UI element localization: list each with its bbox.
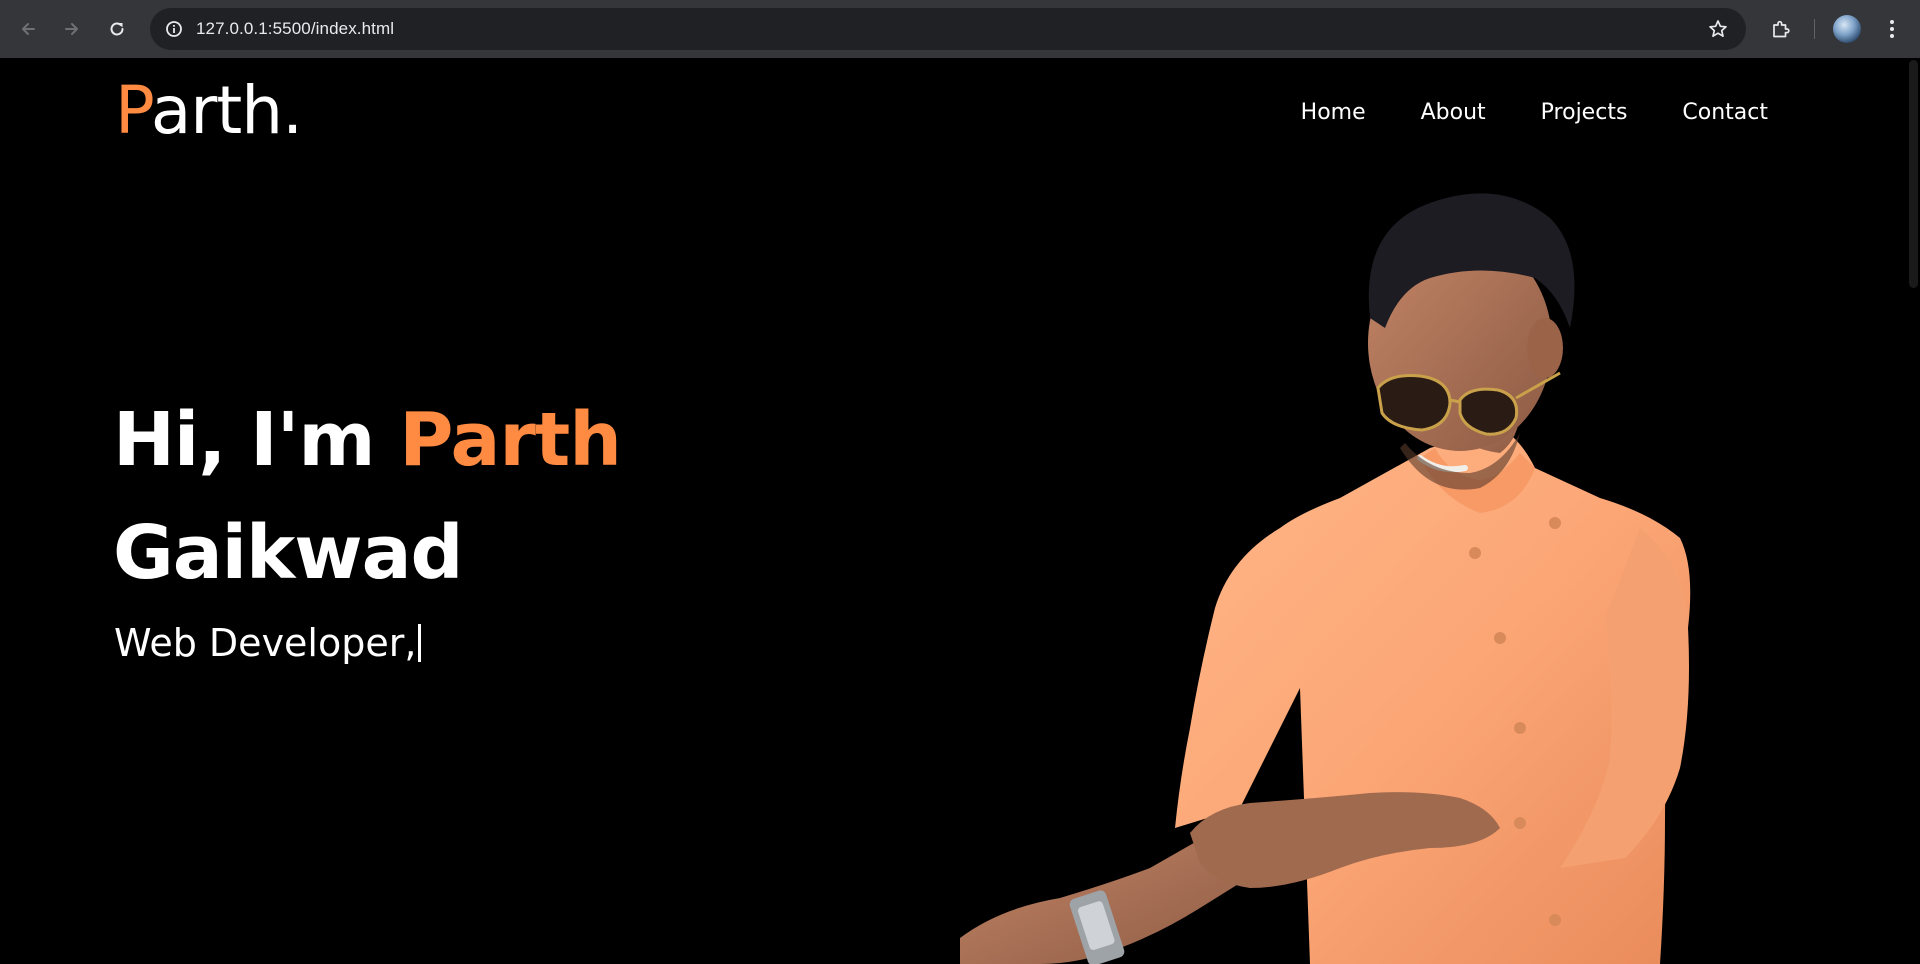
- profile-avatar[interactable]: [1833, 15, 1861, 43]
- hero-portrait-image: [960, 193, 1691, 964]
- hero-first-name: Parth: [399, 397, 622, 483]
- reload-icon: [110, 22, 124, 36]
- nav-contact[interactable]: Contact: [1682, 100, 1768, 125]
- info-icon: [166, 21, 182, 37]
- site-info-button[interactable]: [158, 13, 190, 45]
- browser-toolbar: 127.0.0.1:5500/index.html: [0, 0, 1920, 58]
- main-nav: Home About Projects Contact: [1246, 100, 1768, 125]
- logo-initial: P: [115, 72, 152, 149]
- typing-cursor: [418, 624, 422, 662]
- extensions-button[interactable]: [1765, 13, 1797, 45]
- hero-role-text: Web Developer,: [114, 621, 417, 665]
- back-button[interactable]: [12, 13, 44, 45]
- bookmark-button[interactable]: [1702, 13, 1734, 45]
- kebab-menu-icon: [1890, 20, 1894, 38]
- hero-greeting: Hi, I'm: [113, 397, 400, 483]
- forward-button[interactable]: [56, 13, 88, 45]
- address-bar[interactable]: 127.0.0.1:5500/index.html: [150, 8, 1746, 50]
- hero-last-name: Gaikwad: [113, 510, 464, 596]
- hero-role: Web Developer,: [114, 621, 422, 665]
- arrow-left-icon: [22, 23, 35, 35]
- url-text[interactable]: 127.0.0.1:5500/index.html: [196, 8, 394, 50]
- page-viewport: Parth. Home About Projects Contact Hi, I…: [0, 58, 1920, 964]
- site-logo[interactable]: Parth.: [115, 78, 303, 144]
- page-scrollbar[interactable]: [1906, 58, 1920, 964]
- toolbar-divider: [1814, 19, 1815, 39]
- nav-home[interactable]: Home: [1301, 100, 1366, 125]
- hero-heading: Hi, I'm Parth: [113, 403, 622, 477]
- browser-menu-button[interactable]: [1876, 13, 1908, 45]
- nav-projects[interactable]: Projects: [1541, 100, 1628, 125]
- reload-button[interactable]: [101, 13, 133, 45]
- puzzle-icon: [1773, 20, 1790, 38]
- star-icon: [1709, 20, 1727, 38]
- scrollbar-thumb[interactable]: [1909, 60, 1918, 288]
- arrow-right-icon: [65, 23, 78, 35]
- logo-rest: arth.: [150, 72, 303, 149]
- nav-about[interactable]: About: [1421, 100, 1486, 125]
